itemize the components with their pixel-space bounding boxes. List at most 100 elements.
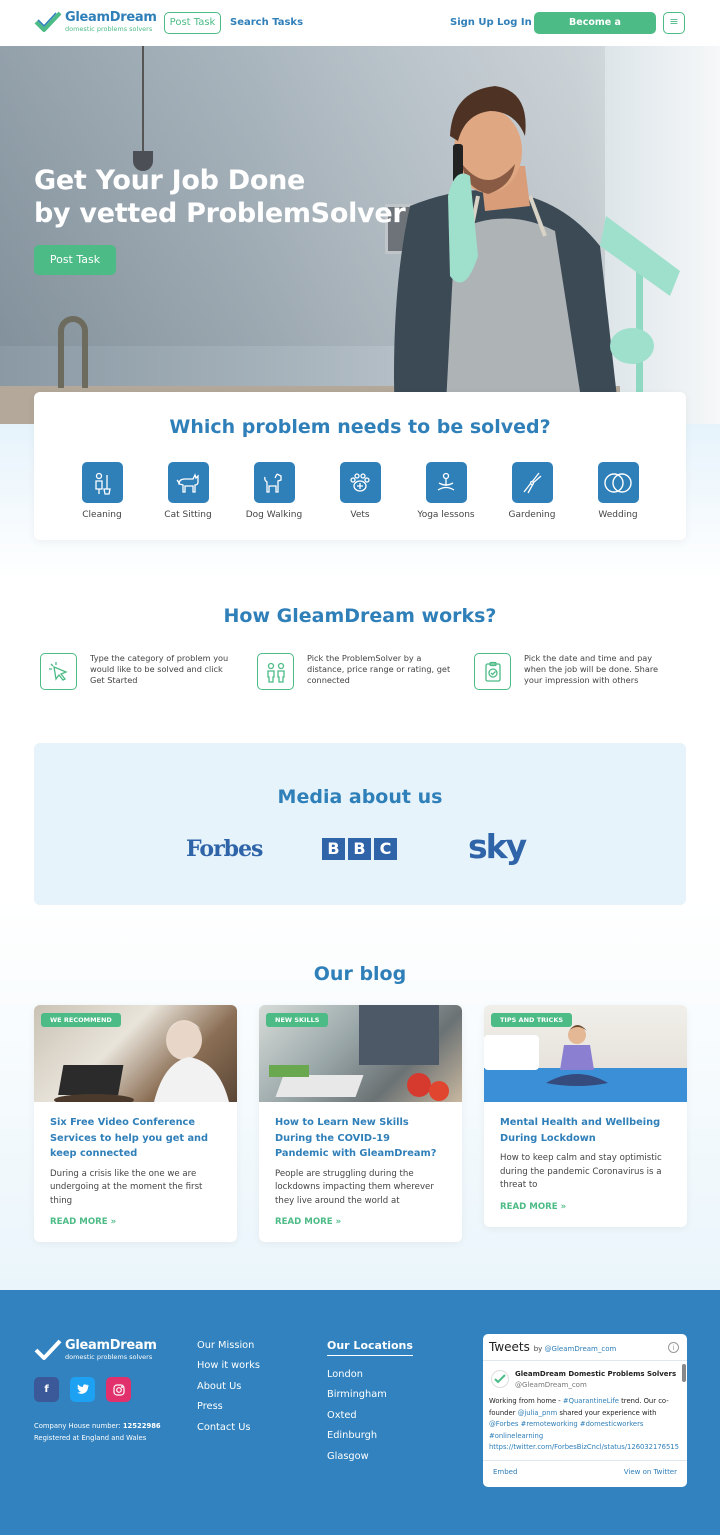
blog-post-title[interactable]: How to Learn New Skills During the COVID… — [275, 1115, 446, 1162]
category-label: Yoga lessons — [417, 510, 475, 520]
media-section: Media about us Forbes BBC sky — [34, 743, 686, 905]
read-more-link[interactable]: READ MORE » — [500, 1202, 671, 1212]
top-navbar: GleamDream domestic problems solvers Pos… — [0, 0, 720, 50]
blog-title: Our blog — [313, 963, 407, 985]
footer-brand-name: GleamDream — [65, 1338, 157, 1353]
become-problemsolver-button[interactable]: Become a ProblemSolver — [534, 12, 656, 50]
log-in-link[interactable]: Log In — [497, 17, 532, 28]
category-label: Cleaning — [82, 510, 122, 520]
hero-person-illustration — [394, 86, 680, 424]
read-more-link[interactable]: READ MORE » — [275, 1217, 446, 1227]
cursor-click-icon — [40, 653, 77, 690]
brand-logo[interactable]: GleamDream domestic problems solvers — [34, 10, 157, 34]
how-it-works-title: How GleamDream works? — [223, 605, 497, 627]
footer-link-our-mission[interactable]: Our Mission — [197, 1340, 254, 1351]
tweets-divider — [483, 1460, 687, 1461]
tweet-mention[interactable]: @julia_pnm — [518, 1409, 558, 1417]
hero-post-task-button[interactable]: Post Task — [34, 245, 116, 275]
blog-post-card[interactable]: WE RECOMMEND Six Free Video Conference S… — [34, 1005, 237, 1242]
twitter-button[interactable] — [70, 1377, 95, 1402]
info-icon[interactable]: i — [668, 1342, 679, 1353]
gleamdream-avatar-icon — [491, 1370, 509, 1388]
tweet-mention[interactable]: @Forbes — [489, 1420, 518, 1428]
tweet-hashtag[interactable]: #QuarantineLife — [563, 1397, 619, 1405]
tweets-scrollbar[interactable] — [682, 1364, 686, 1382]
hamburger-icon: ≡ — [669, 15, 679, 28]
category-vets[interactable]: Vets — [317, 462, 403, 520]
post-task-button[interactable]: Post Task — [164, 12, 221, 34]
sky-logo: sky — [468, 827, 527, 866]
categories-title: Which problem needs to be solved? — [169, 416, 551, 438]
registered-text: Registered at England and Wales — [34, 1434, 147, 1442]
instagram-icon — [112, 1383, 125, 1396]
location-edinburgh[interactable]: Edinburgh — [327, 1430, 377, 1441]
cleaning-icon — [81, 462, 123, 503]
how-step-1: Type the category of problem you would l… — [40, 653, 240, 691]
tweets-by-label: by — [533, 1345, 543, 1353]
checkmark-logo-icon — [34, 11, 62, 32]
tweet-link[interactable]: https://twitter.com/ForbesBizCncl/status… — [489, 1443, 679, 1451]
blog-post-title[interactable]: Mental Health and Wellbeing During Lockd… — [500, 1115, 671, 1146]
company-number-label: Company House number: — [34, 1422, 121, 1430]
paw-vet-icon — [339, 462, 381, 503]
how-step-text: Type the category of problem you would l… — [90, 653, 229, 685]
how-step-2: Pick the ProblemSolver by a distance, pr… — [257, 653, 457, 691]
tweets-embed-link[interactable]: Embed — [493, 1468, 517, 1476]
search-tasks-link[interactable]: Search Tasks — [230, 17, 303, 28]
location-glasgow[interactable]: Glasgow — [327, 1451, 369, 1462]
category-dog-walking[interactable]: Dog Walking — [231, 462, 317, 520]
blog-post-card[interactable]: TIPS AND TRICKS Mental Health and Wellbe… — [484, 1005, 687, 1227]
sign-up-link[interactable]: Sign Up — [450, 17, 494, 28]
how-step-text: Pick the date and time and pay when the … — [524, 653, 659, 685]
forbes-logo: Forbes — [186, 836, 263, 862]
site-footer: GleamDream domestic problems solvers f C… — [0, 1290, 720, 1535]
blog-post-excerpt: How to keep calm and stay optimistic dur… — [500, 1153, 662, 1190]
blog-post-tag: NEW SKILLS — [266, 1013, 329, 1027]
tweets-divider — [483, 1360, 687, 1361]
instagram-button[interactable] — [106, 1377, 131, 1402]
footer-link-press[interactable]: Press — [197, 1401, 223, 1412]
hamburger-menu-button[interactable]: ≡ — [663, 12, 685, 34]
locations-title: Our Locations — [327, 1339, 413, 1356]
footer-link-about-us[interactable]: About Us — [197, 1381, 241, 1392]
blog-post-tag: WE RECOMMEND — [41, 1013, 121, 1027]
pruning-shears-icon — [511, 462, 553, 503]
footer-link-contact-us[interactable]: Contact Us — [197, 1422, 251, 1433]
blog-post-title[interactable]: Six Free Video Conference Services to he… — [50, 1115, 221, 1162]
twitter-timeline-widget[interactable]: Tweets by @GleamDream_com i GleamDream D… — [483, 1334, 687, 1487]
category-cat-sitting[interactable]: Cat Sitting — [145, 462, 231, 520]
tweet-author-name[interactable]: GleamDream Domestic Problems Solvers — [515, 1370, 676, 1378]
hero-headline: Get Your Job Done by vetted ProblemSolve… — [34, 164, 406, 230]
tweet-text: shared your experience with — [557, 1408, 657, 1417]
blog-post-excerpt: During a crisis like the one we are unde… — [50, 1168, 203, 1206]
clipboard-icon — [474, 653, 511, 690]
facebook-icon: f — [44, 1384, 49, 1395]
view-on-twitter-link[interactable]: View on Twitter — [624, 1468, 677, 1476]
blog-post-excerpt: People are struggling during the lockdow… — [275, 1168, 434, 1206]
location-oxted[interactable]: Oxted — [327, 1410, 357, 1421]
category-yoga-lessons[interactable]: Yoga lessons — [403, 462, 489, 520]
how-step-text: Pick the ProblemSolver by a distance, pr… — [307, 653, 451, 685]
tweets-by-handle[interactable]: @GleamDream_com — [545, 1345, 617, 1353]
location-birmingham[interactable]: Birmingham — [327, 1389, 387, 1400]
category-cleaning[interactable]: Cleaning — [59, 462, 145, 520]
checkmark-logo-icon — [34, 1339, 62, 1360]
blog-post-image: NEW SKILLS — [259, 1005, 462, 1102]
footer-link-how-it-works[interactable]: How it works — [197, 1360, 260, 1371]
tweet-author-handle[interactable]: @GleamDream_com — [515, 1381, 587, 1389]
read-more-link[interactable]: READ MORE » — [50, 1217, 221, 1227]
location-london[interactable]: London — [327, 1369, 363, 1380]
category-gardening[interactable]: Gardening — [489, 462, 575, 520]
blog-post-card[interactable]: NEW SKILLS How to Learn New Skills Durin… — [259, 1005, 462, 1242]
category-label: Gardening — [508, 510, 556, 520]
category-label: Wedding — [598, 510, 638, 520]
facebook-button[interactable]: f — [34, 1377, 59, 1402]
tweet-text: Working from home - — [489, 1397, 563, 1405]
tweet-body: Working from home - #QuarantineLife tren… — [489, 1396, 679, 1454]
brand-tagline: domestic problems solvers — [65, 25, 153, 33]
footer-brand-logo[interactable]: GleamDream domestic problems solvers — [34, 1338, 157, 1362]
hero-headline-line2: by vetted ProblemSolver — [34, 198, 406, 229]
blog-post-tag: TIPS AND TRICKS — [491, 1013, 573, 1027]
category-wedding[interactable]: Wedding — [575, 462, 661, 520]
category-label: Dog Walking — [245, 510, 303, 520]
